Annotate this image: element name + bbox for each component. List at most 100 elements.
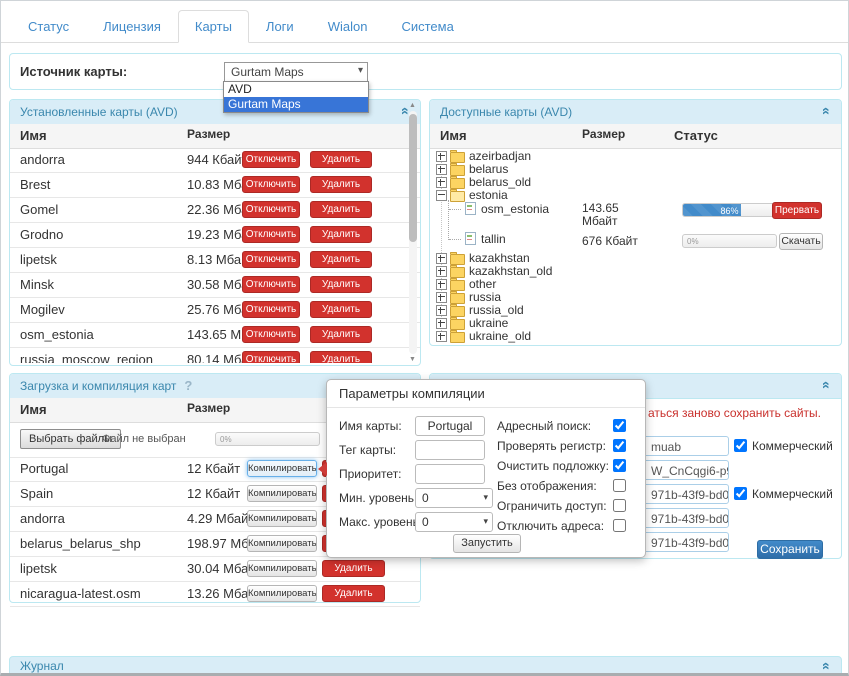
option-checkbox[interactable] — [613, 439, 626, 452]
expand-node-icon[interactable] — [436, 177, 447, 188]
installed-maps-panel: Установленные карты (AVD) « Имя Размер a… — [9, 99, 421, 366]
download-button[interactable]: Скачать — [779, 233, 823, 250]
scroll-down-icon[interactable]: ▼ — [409, 356, 416, 363]
tab-license[interactable]: Лицензия — [86, 10, 178, 43]
field-select[interactable]: 0▾ — [415, 488, 493, 508]
map-size: 676 Кбайт — [582, 235, 646, 248]
disable-button[interactable]: Отключить — [242, 326, 300, 343]
site-key-value: 971b-43f9-bd07- — [651, 536, 729, 550]
delete-button[interactable]: Удалить — [310, 276, 372, 293]
save-button[interactable]: Сохранить — [757, 540, 823, 559]
delete-button[interactable]: Удалить — [310, 301, 372, 318]
disable-button[interactable]: Отключить — [242, 201, 300, 218]
select-value: 0 — [422, 491, 429, 505]
delete-button[interactable]: Удалить — [310, 201, 372, 218]
progress-label: 0% — [683, 237, 776, 247]
expand-node-icon[interactable] — [436, 164, 447, 175]
commercial-checkbox[interactable] — [734, 439, 747, 452]
available-maps-panel: Доступные карты (AVD) « Имя Размер Стату… — [429, 99, 842, 346]
delete-button[interactable]: Удалить — [322, 560, 385, 577]
expand-node-icon[interactable] — [436, 318, 447, 329]
option-checkbox[interactable] — [613, 499, 626, 512]
tree-leaf[interactable]: tallin676 Кбайт0%Скачать — [436, 232, 841, 252]
map-size: 944 Кбайт — [187, 152, 247, 167]
map-size: 12 Кбайт — [187, 486, 240, 501]
expand-node-icon[interactable] — [436, 279, 447, 290]
delete-button[interactable]: Удалить — [310, 326, 372, 343]
commercial-checkbox[interactable] — [734, 487, 747, 500]
scrollbar-thumb[interactable] — [409, 114, 417, 242]
disable-button[interactable]: Отключить — [242, 251, 300, 268]
expand-node-icon[interactable] — [436, 292, 447, 303]
compile-button[interactable]: Компилировать — [247, 535, 317, 552]
expand-node-icon[interactable] — [436, 253, 447, 264]
disable-button[interactable]: Отключить — [242, 151, 300, 168]
map-name: Grodno — [20, 227, 63, 242]
delete-button[interactable]: Удалить — [310, 151, 372, 168]
upload-progress-label: 0% — [216, 435, 319, 445]
compile-button[interactable]: Компилировать — [247, 460, 317, 477]
tab-maps[interactable]: Карты — [178, 10, 249, 43]
tab-status[interactable]: Статус — [11, 10, 86, 43]
tab-system[interactable]: Система — [384, 10, 470, 43]
compile-button[interactable]: Компилировать — [247, 560, 317, 577]
map-name: russia_moscow_region — [20, 352, 153, 363]
field-select[interactable]: 0▾ — [415, 512, 493, 532]
option-checkbox[interactable] — [613, 459, 626, 472]
compile-params-dialog: Параметры компиляции Запустить Имя карты… — [326, 379, 646, 558]
disable-button[interactable]: Отключить — [242, 176, 300, 193]
expand-node-icon[interactable] — [436, 266, 447, 277]
field-input[interactable] — [415, 416, 485, 436]
collapse-icon[interactable]: « — [820, 107, 834, 115]
tree-node[interactable]: estonia — [436, 189, 841, 202]
run-button[interactable]: Запустить — [453, 534, 521, 553]
field-input[interactable] — [415, 440, 485, 460]
tree-leaf[interactable]: osm_estonia143.65 Мбайт86%Прервать — [436, 202, 841, 232]
delete-button[interactable]: Удалить — [310, 176, 372, 193]
tab-wialon[interactable]: Wialon — [311, 10, 385, 43]
disable-button[interactable]: Отключить — [242, 226, 300, 243]
option-checkbox[interactable] — [613, 519, 626, 532]
table-row: Gomel22.36 МбайтОтключитьУдалить — [10, 198, 420, 223]
compile-button[interactable]: Компилировать — [247, 485, 317, 502]
collapse-icon[interactable]: « — [820, 381, 834, 389]
delete-button[interactable]: Удалить — [310, 351, 372, 363]
tree-node[interactable]: kazakhstan_old — [436, 265, 841, 278]
tree-node[interactable]: ukraine_old — [436, 330, 841, 343]
field-input[interactable] — [415, 464, 485, 484]
disable-button[interactable]: Отключить — [242, 276, 300, 293]
map-source-select[interactable]: Gurtam Maps ▾ — [224, 62, 368, 82]
scroll-up-icon[interactable]: ▲ — [409, 102, 416, 109]
delete-button[interactable]: Удалить — [322, 585, 385, 602]
map-source-option[interactable]: Gurtam Maps — [224, 97, 368, 112]
checkbox-label: Адресный поиск: — [497, 418, 591, 434]
option-checkbox[interactable] — [613, 419, 626, 432]
page: СтатусЛицензияКартыЛогиWialonСистема Ист… — [0, 0, 849, 676]
help-icon[interactable]: ? — [184, 378, 192, 393]
chevron-down-icon: ▾ — [483, 492, 488, 503]
disable-button[interactable]: Отключить — [242, 351, 300, 363]
abort-button[interactable]: Прервать — [772, 202, 822, 219]
disable-button[interactable]: Отключить — [242, 301, 300, 318]
compile-button[interactable]: Компилировать — [247, 585, 317, 602]
field-label: Мин. уровень: — [339, 488, 417, 508]
folder-icon — [450, 165, 465, 176]
compile-button[interactable]: Компилировать — [247, 510, 317, 527]
expand-node-icon[interactable] — [436, 151, 447, 162]
delete-button[interactable]: Удалить — [310, 226, 372, 243]
folder-icon — [450, 152, 465, 163]
tab-logs[interactable]: Логи — [249, 10, 311, 43]
option-checkbox[interactable] — [613, 479, 626, 492]
checkbox-label: Очистить подложку: — [497, 458, 609, 474]
expand-node-icon[interactable] — [436, 331, 447, 342]
column-size: Размер — [187, 128, 251, 141]
collapse-icon[interactable]: « — [820, 662, 834, 670]
scrollbar[interactable]: ▲ ▼ — [408, 102, 418, 363]
site-key-value: 971b-43f9-bd07- — [651, 488, 729, 502]
expand-node-icon[interactable] — [436, 305, 447, 316]
site-key-value: W_CnCqgi6-p99 — [651, 464, 729, 478]
site-key-value: 971b-43f9-bd07- — [651, 512, 729, 526]
map-source-option[interactable]: AVD — [224, 82, 368, 97]
delete-button[interactable]: Удалить — [310, 251, 372, 268]
collapse-node-icon[interactable] — [436, 190, 447, 201]
